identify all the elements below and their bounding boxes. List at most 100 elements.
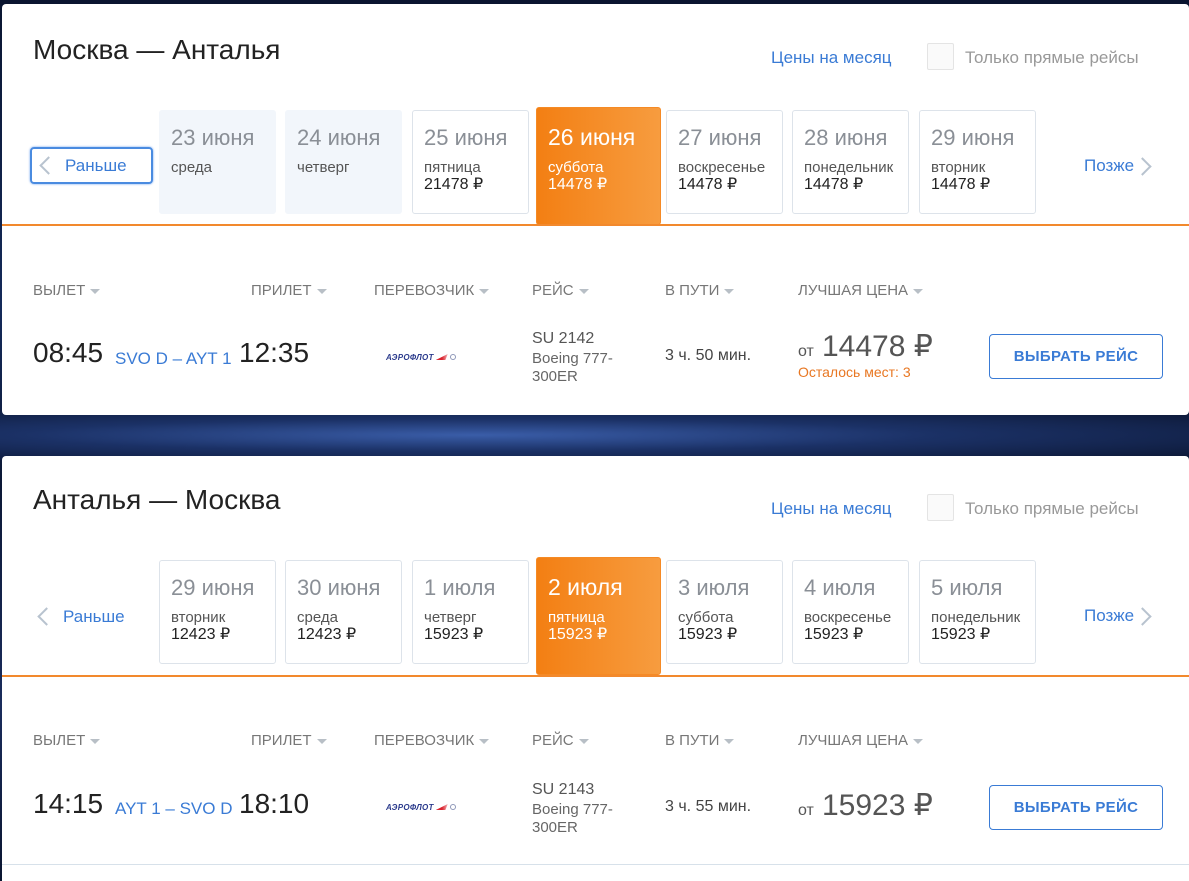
date-card-day: понедельник: [804, 159, 894, 176]
sort-arrival[interactable]: ПРИЛЕТ: [251, 282, 327, 299]
select-flight-button[interactable]: ВЫБРАТЬ РЕЙС: [989, 334, 1163, 379]
sort-departure[interactable]: ВЫЛЕТ: [33, 732, 101, 749]
caret-down-icon: [913, 739, 924, 744]
direct-only-checkbox[interactable]: [927, 43, 954, 70]
chevron-left-icon: [37, 607, 56, 626]
panel-bottom-border: [2, 864, 1189, 865]
caret-down-icon: [913, 289, 924, 294]
earlier-button[interactable]: Раньше: [30, 147, 153, 184]
direct-only-label[interactable]: Только прямые рейсы: [965, 48, 1139, 68]
date-card-selected[interactable]: 26 июня суббота 14478 ₽: [536, 107, 661, 225]
date-card-date: 24 июня: [297, 125, 381, 150]
date-card-price: 12423 ₽: [297, 626, 357, 643]
date-card-date: 27 июня: [678, 125, 762, 150]
date-card-date: 5 июля: [931, 575, 1003, 600]
earlier-label: Раньше: [65, 155, 127, 175]
date-card-date: 30 июня: [297, 575, 381, 600]
date-card-day: суббота: [678, 609, 734, 626]
arrival-time: 12:35: [239, 337, 310, 368]
caret-down-icon: [479, 739, 490, 744]
header-arrival: ПРИЛЕТ: [251, 732, 312, 749]
header-duration: В ПУТИ: [665, 282, 720, 299]
header-flight: РЕЙС: [532, 732, 574, 749]
sort-departure[interactable]: ВЫЛЕТ: [33, 282, 101, 299]
sort-arrival[interactable]: ПРИЛЕТ: [251, 732, 327, 749]
departure-time: 08:45: [33, 337, 104, 368]
date-card-selected[interactable]: 2 июля пятница 15923 ₽: [536, 557, 661, 675]
date-card-day: среда: [171, 159, 212, 176]
date-card-date: 29 июня: [931, 125, 1015, 150]
date-card[interactable]: 29 июня вторник 14478 ₽: [919, 110, 1036, 214]
date-card[interactable]: 23 июня среда: [159, 110, 276, 214]
background-band: [0, 410, 1189, 460]
date-card-day: четверг: [424, 609, 477, 626]
header-carrier: ПЕРЕВОЗЧИК: [374, 732, 475, 749]
date-card-date: 26 июня: [548, 124, 636, 150]
globe-icon: [449, 804, 456, 810]
date-card[interactable]: 25 июня пятница 21478 ₽: [412, 110, 529, 214]
select-flight-button[interactable]: ВЫБРАТЬ РЕЙС: [989, 785, 1163, 830]
date-card-day: среда: [297, 609, 338, 626]
sort-carrier[interactable]: ПЕРЕВОЗЧИК: [374, 282, 490, 299]
direct-only-checkbox[interactable]: [927, 494, 954, 521]
date-card[interactable]: 24 июня четверг: [285, 110, 402, 214]
seats-left: Осталось мест: 3: [798, 364, 911, 380]
sort-flight[interactable]: РЕЙС: [532, 732, 589, 749]
caret-down-icon: [724, 289, 735, 294]
date-card-date: 4 июля: [804, 575, 876, 600]
sort-best-price[interactable]: ЛУЧШАЯ ЦЕНА: [798, 732, 924, 749]
later-button[interactable]: Позже: [1084, 154, 1152, 178]
date-card[interactable]: 28 июня понедельник 14478 ₽: [792, 110, 909, 214]
date-card-price: 15923 ₽: [678, 626, 738, 643]
date-card-date: 2 июля: [548, 574, 623, 600]
wing-icon: [435, 804, 448, 810]
aircraft-type: Boeing 777-300ER: [532, 801, 613, 836]
sort-duration[interactable]: В ПУТИ: [665, 282, 735, 299]
month-prices-link[interactable]: Цены на месяц: [771, 48, 892, 68]
date-card-price: 14478 ₽: [931, 176, 991, 193]
date-card-day: воскресенье: [804, 609, 892, 626]
date-card-day: понедельник: [931, 609, 1021, 626]
direct-only-label[interactable]: Только прямые рейсы: [965, 499, 1139, 519]
date-card-date: 1 июля: [424, 575, 496, 600]
date-card[interactable]: 1 июля четверг 15923 ₽: [412, 560, 529, 664]
flight-number: SU 2142: [532, 330, 595, 347]
date-card-date: 23 июня: [171, 125, 255, 150]
month-prices-link[interactable]: Цены на месяц: [771, 499, 892, 519]
price-prefix: от: [798, 343, 814, 360]
date-card-day: пятница: [424, 159, 481, 176]
outbound-panel: Москва — Анталья Цены на месяц Только пр…: [2, 4, 1189, 415]
earlier-button[interactable]: Раньше: [30, 598, 153, 635]
date-card[interactable]: 29 июня вторник 12423 ₽: [159, 560, 276, 664]
date-card[interactable]: 27 июня воскресенье 14478 ₽: [666, 110, 783, 214]
date-card-price: 15923 ₽: [548, 626, 608, 643]
date-card-price: 21478 ₽: [424, 176, 484, 193]
airports: SVO D – AYT 1: [115, 349, 232, 368]
caret-down-icon: [90, 289, 101, 294]
sort-flight[interactable]: РЕЙС: [532, 282, 589, 299]
date-card-day: суббота: [548, 159, 604, 176]
aeroflot-logo: АЭРОФЛОТ: [386, 350, 476, 364]
caret-down-icon: [724, 739, 735, 744]
later-button[interactable]: Позже: [1084, 604, 1152, 628]
caret-down-icon: [90, 739, 101, 744]
flight-price: 15923 ₽: [822, 789, 933, 822]
airports: AYT 1 – SVO D: [115, 799, 233, 818]
flight-duration: 3 ч. 55 мин.: [665, 798, 752, 815]
orange-divider: [2, 675, 1189, 677]
sort-best-price[interactable]: ЛУЧШАЯ ЦЕНА: [798, 282, 924, 299]
date-card-price: 15923 ₽: [931, 626, 991, 643]
date-card[interactable]: 4 июля воскресенье 15923 ₽: [792, 560, 909, 664]
sort-carrier[interactable]: ПЕРЕВОЗЧИК: [374, 732, 490, 749]
wing-icon: [435, 354, 448, 360]
date-card-date: 3 июля: [678, 575, 750, 600]
flight-price: 14478 ₽: [822, 330, 933, 363]
date-card[interactable]: 5 июля понедельник 15923 ₽: [919, 560, 1036, 664]
header-best-price: ЛУЧШАЯ ЦЕНА: [798, 732, 909, 749]
date-card[interactable]: 3 июля суббота 15923 ₽: [666, 560, 783, 664]
header-best-price: ЛУЧШАЯ ЦЕНА: [798, 282, 909, 299]
aeroflot-logo: АЭРОФЛОТ: [386, 800, 476, 814]
orange-divider: [2, 224, 1189, 226]
sort-duration[interactable]: В ПУТИ: [665, 732, 735, 749]
date-card[interactable]: 30 июня среда 12423 ₽: [285, 560, 402, 664]
